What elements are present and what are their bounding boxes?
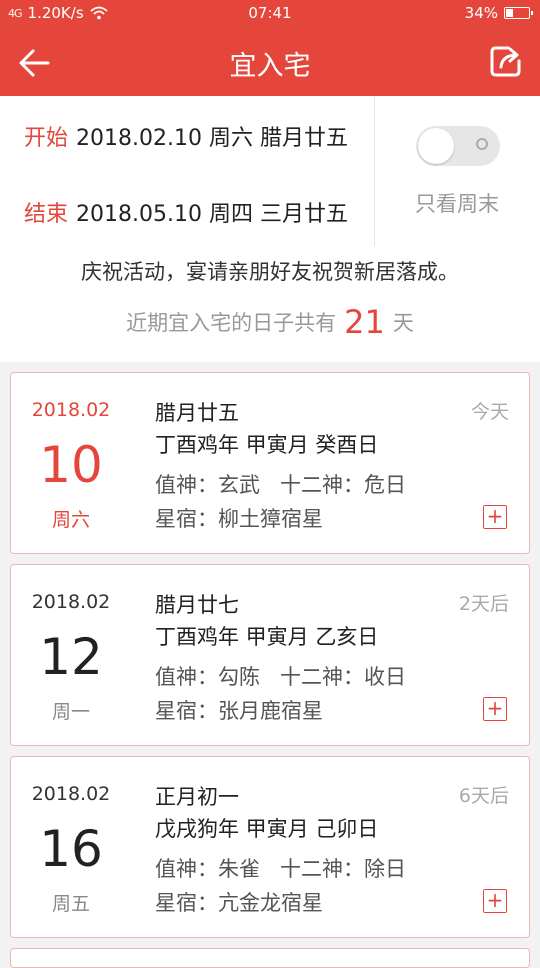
card-day: 16 — [39, 820, 103, 878]
share-icon[interactable] — [488, 43, 524, 79]
toggle-knob — [418, 128, 454, 164]
add-reminder-button[interactable]: + — [483, 697, 507, 721]
battery-fill — [506, 9, 513, 17]
card-relative-day: 6天后 — [458, 785, 509, 807]
page-title: 宜入宅 — [229, 51, 311, 82]
status-time: 07:41 — [248, 4, 292, 22]
card-weekday: 周五 — [51, 893, 90, 915]
date-range-panel: 开始 2018.02.10 周六 腊月廿五 结束 2018.05.10 周四 三月廿… — [0, 96, 540, 246]
day-card[interactable]: 2018.02 16 周五 正月初一 戊戌狗年 甲寅月 己卯日 值神：朱雀 十二神… — [10, 756, 530, 938]
description-text: 庆祝活动，宴请亲朋好友祝贺新居落成。 — [81, 260, 459, 284]
card-shier: 十二神：收日 — [280, 665, 406, 689]
card-shier: 十二神：除日 — [280, 857, 406, 881]
card-xiu: 星宿：亢金龙宿星 — [155, 891, 323, 915]
card-weekday: 周一 — [51, 701, 90, 723]
battery-icon — [504, 7, 533, 19]
card-relative-day: 今天 — [470, 401, 509, 423]
card-xiu: 星宿：柳土獐宿星 — [155, 507, 323, 531]
day-count-text: 近期宜入宅的日子共有 21 天 — [0, 300, 540, 341]
card-gods: 值神：勾陈 十二神：收日 — [155, 661, 406, 691]
card-gods: 值神：朱雀 十二神：除日 — [155, 853, 406, 883]
info-section: 庆祝活动，宴请亲朋好友祝贺新居落成。 近期宜入宅的日子共有 21 天 — [0, 226, 540, 362]
card-ganzhi: 戊戌狗年 甲寅月 己卯日 — [155, 817, 379, 841]
start-date-row[interactable]: 开始 2018.02.10 周六 腊月廿五 — [24, 120, 348, 152]
card-shier: 十二神：危日 — [280, 473, 406, 497]
weekend-only-toggle[interactable] — [416, 126, 500, 166]
day-card-partial[interactable] — [10, 948, 530, 968]
card-zhishen: 值神：朱雀 — [155, 857, 260, 881]
card-weekday: 周六 — [51, 509, 90, 531]
end-label: 结束 — [24, 202, 69, 227]
card-lunar-date: 腊月廿五 — [155, 401, 239, 425]
add-reminder-button[interactable]: + — [483, 889, 507, 913]
day-card[interactable]: 2018.02 10 周六 腊月廿五 丁酉鸡年 甲寅月 癸酉日 值神：玄武 十二神… — [10, 372, 530, 554]
start-label: 开始 — [24, 126, 69, 151]
card-ganzhi: 丁酉鸡年 甲寅月 乙亥日 — [155, 625, 379, 649]
toggle-off-icon — [476, 138, 488, 150]
card-day: 12 — [39, 628, 103, 686]
card-xiu: 星宿：张月鹿宿星 — [155, 699, 323, 723]
count-prefix: 近期宜入宅的日子共有 — [126, 311, 337, 335]
start-date-value: 2018.02.10 周六 腊月廿五 — [76, 126, 348, 151]
card-year-month: 2018.02 — [31, 399, 111, 421]
card-day: 10 — [39, 436, 103, 494]
vertical-divider — [374, 96, 375, 246]
card-lunar-date: 正月初一 — [155, 785, 239, 809]
status-bar: 4G 1.20K/s 07:41 34% — [0, 0, 540, 28]
card-gods: 值神：玄武 十二神：危日 — [155, 469, 406, 499]
card-zhishen: 值神：勾陈 — [155, 665, 260, 689]
card-lunar-date: 腊月廿七 — [155, 593, 239, 617]
count-suffix: 天 — [392, 311, 414, 335]
end-date-row[interactable]: 结束 2018.05.10 周四 三月廿五 — [24, 196, 348, 228]
card-relative-day: 2天后 — [458, 593, 509, 615]
day-card[interactable]: 2018.02 12 周一 腊月廿七 丁酉鸡年 甲寅月 乙亥日 值神：勾陈 十二神… — [10, 564, 530, 746]
card-ganzhi: 丁酉鸡年 甲寅月 癸酉日 — [155, 433, 379, 457]
card-zhishen: 值神：玄武 — [155, 473, 260, 497]
count-number: 21 — [344, 303, 385, 341]
status-right: 34% — [464, 4, 533, 22]
card-year-month: 2018.02 — [31, 783, 111, 805]
battery-percent: 34% — [464, 4, 498, 22]
add-reminder-button[interactable]: + — [483, 505, 507, 529]
end-date-value: 2018.05.10 周四 三月廿五 — [76, 202, 348, 227]
card-year-month: 2018.02 — [31, 591, 111, 613]
title-bar: 宜入宅 — [0, 28, 540, 96]
weekend-only-label: 只看周末 — [415, 192, 499, 216]
